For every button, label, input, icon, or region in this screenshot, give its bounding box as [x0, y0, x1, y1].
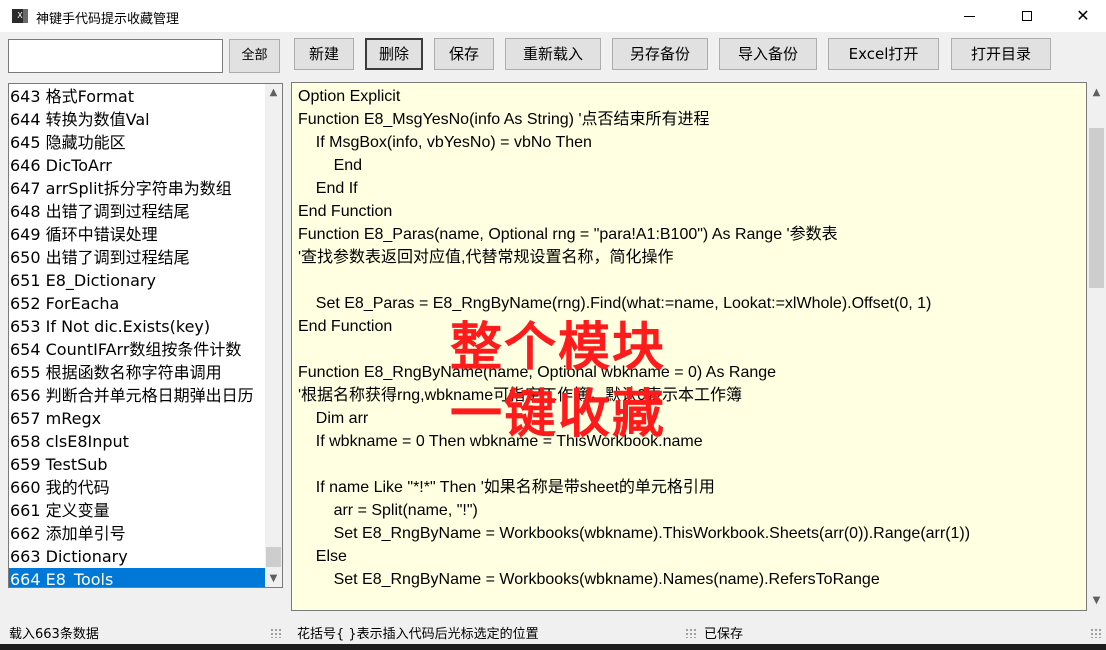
list-item[interactable]: 643 格式Format	[9, 85, 265, 108]
status-bar: 载入663条数据 花括号{ }表示插入代码后光标选定的位置 已保存	[0, 619, 1106, 644]
list-item[interactable]: 664 E8_Tools	[9, 568, 265, 588]
close-button[interactable]: ✕	[1060, 0, 1106, 32]
import-backup-button[interactable]: 导入备份	[719, 38, 817, 70]
code-scroll-up-icon[interactable]: ▲	[1088, 84, 1105, 101]
list-item[interactable]: 651 E8_Dictionary	[9, 269, 265, 292]
show-all-button[interactable]: 全部	[229, 39, 280, 73]
overlay-caption-line1: 整个模块	[450, 318, 666, 378]
title-bar: X 神键手代码提示收藏管理 ✕	[0, 0, 1106, 32]
code-line: Function E8_Paras(name, Optional rng = "…	[298, 223, 838, 246]
list-item[interactable]: 659 TestSub	[9, 453, 265, 476]
status-hint: 花括号{ }表示插入代码后光标选定的位置	[297, 623, 539, 642]
list-item[interactable]: 652 ForEacha	[9, 292, 265, 315]
code-scroll-down-icon[interactable]: ▼	[1088, 592, 1105, 609]
list-item[interactable]: 655 根据函数名称字符串调用	[9, 361, 265, 384]
list-item[interactable]: 663 Dictionary	[9, 545, 265, 568]
code-editor[interactable]: Option ExplicitFunction E8_MsgYesNo(info…	[291, 82, 1087, 611]
list-item[interactable]: 649 循环中错误处理	[9, 223, 265, 246]
save-button[interactable]: 保存	[434, 38, 494, 70]
list-scroll-thumb[interactable]	[266, 547, 281, 567]
code-line: End Function	[298, 315, 392, 338]
close-icon: ✕	[1076, 8, 1089, 24]
code-line: Dim arr	[298, 407, 368, 430]
list-item[interactable]: 656 判断合并单元格日期弹出日历	[9, 384, 265, 407]
status-load-count: 载入663条数据	[9, 623, 99, 642]
code-line: If name Like "*!*" Then '如果名称是带sheet的单元格…	[298, 476, 715, 499]
reload-button[interactable]: 重新载入	[505, 38, 601, 70]
scroll-up-icon[interactable]: ▲	[265, 84, 282, 101]
list-item[interactable]: 648 出错了调到过程结尾	[9, 200, 265, 223]
list-item[interactable]: 645 隐藏功能区	[9, 131, 265, 154]
list-item[interactable]: 647 arrSplit拆分字符串为数组	[9, 177, 265, 200]
list-item[interactable]: 662 添加单引号	[9, 522, 265, 545]
code-line: If MsgBox(info, vbYesNo) = vbNo Then	[298, 131, 592, 154]
code-line: Set E8_RngByName = Workbooks(wbkname).Na…	[298, 568, 880, 591]
open-in-excel-button[interactable]: Excel打开	[828, 38, 939, 70]
window-title: 神键手代码提示收藏管理	[36, 8, 179, 27]
list-item[interactable]: 661 定义变量	[9, 499, 265, 522]
excel-app-icon: X	[12, 9, 28, 23]
code-line: arr = Split(name, "!")	[298, 499, 478, 522]
code-line: Function E8_MsgYesNo(info As String) '点否…	[298, 108, 710, 131]
minimize-button[interactable]	[946, 0, 992, 32]
list-scrollbar[interactable]: ▲ ▼	[265, 84, 282, 587]
status-grip-icon	[270, 628, 282, 638]
list-item[interactable]: 646 DicToArr	[9, 154, 265, 177]
code-line: End If	[298, 177, 358, 200]
resize-grip-icon[interactable]	[1090, 628, 1102, 638]
maximize-icon	[1022, 11, 1032, 21]
search-input[interactable]	[8, 39, 223, 73]
open-folder-button[interactable]: 打开目录	[951, 38, 1051, 70]
snippet-list[interactable]: 643 格式Format644 转换为数值Val645 隐藏功能区646 Dic…	[8, 83, 283, 588]
overlay-caption-line2: 一键收藏	[450, 385, 666, 445]
new-button[interactable]: 新建	[294, 38, 354, 70]
list-item[interactable]: 658 clsE8Input	[9, 430, 265, 453]
code-line: '查找参数表返回对应值,代替常规设置名称，简化操作	[298, 246, 674, 269]
minimize-icon	[964, 16, 975, 17]
scroll-down-icon[interactable]: ▼	[265, 570, 282, 587]
code-line: Else	[298, 545, 347, 568]
delete-button[interactable]: 删除	[365, 38, 423, 70]
status-grip-icon	[685, 628, 697, 638]
code-scrollbar[interactable]: ▲ ▼	[1087, 82, 1106, 611]
save-backup-button[interactable]: 另存备份	[612, 38, 708, 70]
code-line: End Function	[298, 200, 392, 223]
list-item[interactable]: 660 我的代码	[9, 476, 265, 499]
code-line: Set E8_RngByName = Workbooks(wbkname).Th…	[298, 522, 970, 545]
status-save-state: 已保存	[704, 623, 743, 642]
code-scroll-thumb[interactable]	[1089, 128, 1104, 288]
list-item[interactable]: 657 mRegx	[9, 407, 265, 430]
code-line: Set E8_Paras = E8_RngByName(rng).Find(wh…	[298, 292, 931, 315]
maximize-button[interactable]	[1004, 0, 1050, 32]
background-strip	[0, 644, 1106, 650]
list-item[interactable]: 650 出错了调到过程结尾	[9, 246, 265, 269]
code-line: End	[298, 154, 362, 177]
list-item[interactable]: 654 CountIFArr数组按条件计数	[9, 338, 265, 361]
code-line: Option Explicit	[298, 85, 400, 108]
list-item[interactable]: 653 If Not dic.Exists(key)	[9, 315, 265, 338]
list-item[interactable]: 644 转换为数值Val	[9, 108, 265, 131]
